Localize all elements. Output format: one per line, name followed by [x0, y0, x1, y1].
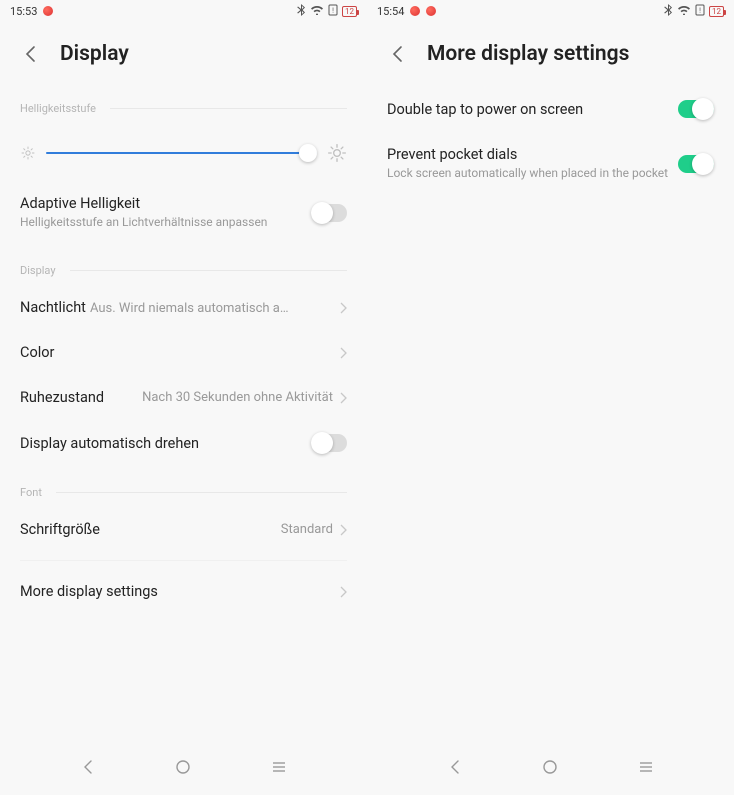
nav-recents-button[interactable]	[259, 747, 299, 787]
brightness-slider-row	[20, 143, 347, 163]
nav-home-button[interactable]	[163, 747, 203, 787]
navigation-bar	[0, 747, 367, 795]
section-brightness: Helligkeitsstufe	[20, 102, 347, 115]
page-title: Display	[60, 42, 129, 66]
autorotate-item[interactable]: Display automatisch drehen	[20, 420, 347, 466]
item-subtitle: Helligkeitsstufe an Lichtverhältnisse an…	[20, 214, 311, 230]
item-title: Color	[20, 344, 339, 361]
item-title: Schriftgröße	[20, 521, 281, 538]
svg-text:!: !	[332, 7, 334, 15]
notification-dot-icon	[426, 6, 436, 16]
doubletap-item[interactable]: Double tap to power on screen	[387, 82, 714, 132]
page-title: More display settings	[427, 42, 629, 66]
chevron-right-icon	[339, 524, 347, 536]
nightlight-item[interactable]: Nachtlicht Aus. Wird niemals automatisch…	[20, 285, 347, 330]
battery-icon: 12	[709, 6, 724, 17]
item-title: Adaptive Helligkeit	[20, 195, 311, 212]
back-button[interactable]	[387, 44, 407, 64]
notification-dot-icon	[410, 6, 420, 16]
notification-dot-icon	[43, 6, 53, 16]
nav-home-button[interactable]	[530, 747, 570, 787]
wifi-icon	[310, 4, 324, 18]
sleep-item[interactable]: Ruhezustand Nach 30 Sekunden ohne Aktivi…	[20, 375, 347, 420]
adaptive-brightness-toggle[interactable]	[311, 204, 347, 222]
item-title: More display settings	[20, 583, 339, 600]
svg-text:!: !	[699, 7, 701, 15]
screen-display: 15:53 ! 12 Display Helligkeitsstufe	[0, 0, 367, 795]
chevron-right-icon	[339, 392, 347, 404]
section-font: Font	[20, 486, 347, 499]
brightness-high-icon	[327, 143, 347, 163]
status-bar: 15:54 ! 12	[367, 0, 734, 22]
status-time: 15:54	[377, 5, 404, 18]
sim-alert-icon: !	[695, 4, 705, 19]
nav-back-button[interactable]	[68, 747, 108, 787]
brightness-low-icon	[20, 145, 36, 161]
chevron-right-icon	[339, 302, 347, 314]
fontsize-item[interactable]: Schriftgröße Standard	[20, 507, 347, 552]
status-time: 15:53	[10, 5, 37, 18]
item-value: Nach 30 Sekunden ohne Aktivität	[142, 390, 333, 405]
navigation-bar	[367, 747, 734, 795]
bluetooth-icon	[663, 4, 673, 19]
pocket-toggle[interactable]	[678, 155, 714, 173]
item-title: Nachtlicht	[20, 299, 86, 316]
item-title: Double tap to power on screen	[387, 101, 678, 118]
pocket-item[interactable]: Prevent pocket dials Lock screen automat…	[387, 132, 714, 195]
nav-back-button[interactable]	[435, 747, 475, 787]
item-value: Standard	[281, 522, 333, 537]
item-title: Prevent pocket dials	[387, 146, 678, 163]
screen-more-display: 15:54 ! 12 More display settings Double …	[367, 0, 734, 795]
item-title: Ruhezustand	[20, 389, 104, 406]
chevron-right-icon	[339, 347, 347, 359]
sim-alert-icon: !	[328, 4, 338, 19]
section-display: Display	[20, 264, 347, 277]
bluetooth-icon	[296, 4, 306, 19]
autorotate-toggle[interactable]	[311, 434, 347, 452]
item-subtitle: Lock screen automatically when placed in…	[387, 165, 678, 181]
doubletap-toggle[interactable]	[678, 100, 714, 118]
slider-thumb[interactable]	[299, 144, 317, 162]
brightness-slider[interactable]	[46, 152, 317, 154]
wifi-icon	[677, 4, 691, 18]
header: More display settings	[367, 22, 734, 82]
more-display-item[interactable]: More display settings	[20, 561, 347, 622]
status-bar: 15:53 ! 12	[0, 0, 367, 22]
item-title: Display automatisch drehen	[20, 435, 311, 452]
color-item[interactable]: Color	[20, 330, 347, 375]
adaptive-brightness-item[interactable]: Adaptive Helligkeit Helligkeitsstufe an …	[20, 181, 347, 244]
header: Display	[0, 22, 367, 82]
item-value: Aus. Wird niemals automatisch aktivie…	[90, 301, 290, 316]
chevron-right-icon	[339, 586, 347, 598]
battery-icon: 12	[342, 6, 357, 17]
back-button[interactable]	[20, 44, 40, 64]
nav-recents-button[interactable]	[626, 747, 666, 787]
